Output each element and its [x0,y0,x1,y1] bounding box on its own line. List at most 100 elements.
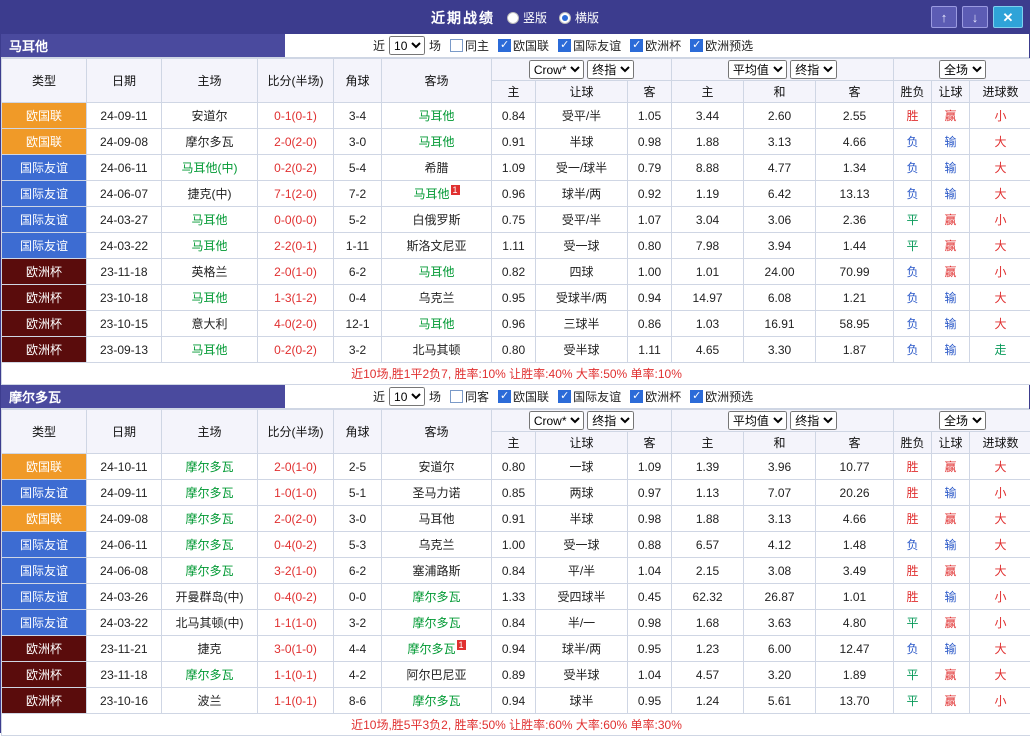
odds-stage-select[interactable]: 终指 [587,411,634,430]
ah-line: 三球半 [536,311,628,337]
league-checkbox-nations[interactable]: 欧国联 [498,388,549,405]
match-count-select[interactable]: 10 [389,387,425,406]
eu-away-odds: 4.66 [816,506,894,532]
checkbox-icon[interactable] [450,39,463,52]
scope-select[interactable]: 全场 [939,60,986,79]
checkbox-icon[interactable] [498,390,511,403]
ah-line: 平/半 [536,558,628,584]
league-badge: 国际友谊 [2,155,87,181]
radio-icon[interactable] [559,12,571,24]
checkbox-icon[interactable] [450,390,463,403]
score: 4-0(2-0) [258,311,334,337]
away-team: 摩尔多瓦 [382,688,492,714]
away-team: 塞浦路斯 [382,558,492,584]
match-count-select[interactable]: 10 [389,36,425,55]
checkbox-icon[interactable] [630,390,643,403]
handicap-result: 输 [932,532,970,558]
match-row: 国际友谊24-09-11摩尔多瓦1-0(1-0)5-1圣马力诺0.85两球0.9… [2,480,1030,506]
checkbox-icon[interactable] [558,39,571,52]
league-checkbox-friendly[interactable]: 国际友谊 [558,37,621,54]
eu-away-odds: 1.44 [816,233,894,259]
match-row: 国际友谊24-06-07捷克(中)7-1(2-0)7-2马耳他10.96球半/两… [2,181,1030,207]
eu-draw-odds: 24.00 [744,259,816,285]
match-date: 24-10-11 [87,454,162,480]
matches-table: 类型 日期 主场 比分(半场) 角球 客场 Crow* 终指 平均值 终指 全场 [1,58,1030,385]
corners: 6-2 [334,259,382,285]
layout-radio-horizontal[interactable]: 横版 [559,9,599,26]
move-down-button[interactable]: ↓ [962,6,988,28]
euro-stage-select[interactable]: 终指 [790,60,837,79]
filter-bar: 近 10 场 同主 欧国联 国际友谊 欧洲杯 欧洲预选 [285,34,1029,57]
league-checkbox-friendly[interactable]: 国际友谊 [558,388,621,405]
recent-results-panel: 近期战绩 竖版 横版 ↑ ↓ ✕ 马耳他 近 10 场 同主 欧国联 国际友谊 … [0,0,1030,733]
handicap-result: 输 [932,285,970,311]
summary-line: 近10场,胜1平2负7, 胜率:10% 让胜率:40% 大率:50% 单率:10… [2,363,1030,385]
odds-source-select[interactable]: Crow* [529,411,584,430]
handicap-result: 赢 [932,506,970,532]
league-checkbox-nations[interactable]: 欧国联 [498,37,549,54]
match-date: 24-06-11 [87,155,162,181]
match-date: 23-10-18 [87,285,162,311]
euro-source-select[interactable]: 平均值 [728,411,787,430]
league-checkbox-euro[interactable]: 欧洲杯 [630,37,681,54]
ah-away-odds: 0.79 [628,155,672,181]
league-badge: 欧国联 [2,129,87,155]
result: 平 [894,662,932,688]
handicap-odds-header: Crow* 终指 [492,59,672,81]
league-badge: 欧国联 [2,506,87,532]
col-header-eu-away: 客 [816,81,894,103]
eu-home-odds: 2.15 [672,558,744,584]
same-venue-checkbox[interactable]: 同主 [450,37,489,54]
goals-result: 大 [970,662,1030,688]
handicap-odds-header: Crow* 终指 [492,410,672,432]
checkbox-icon[interactable] [690,39,703,52]
scope-select[interactable]: 全场 [939,411,986,430]
checkbox-icon[interactable] [558,390,571,403]
league-checkbox-euro[interactable]: 欧洲杯 [630,388,681,405]
odds-stage-select[interactable]: 终指 [587,60,634,79]
close-button[interactable]: ✕ [993,6,1023,28]
ah-home-odds: 1.11 [492,233,536,259]
match-row: 国际友谊24-03-22北马其顿(中)1-1(1-0)3-2摩尔多瓦0.84半/… [2,610,1030,636]
checkbox-icon[interactable] [690,390,703,403]
corners: 5-3 [334,532,382,558]
ah-line: 受半球 [536,337,628,363]
ah-away-odds: 0.80 [628,233,672,259]
goals-result: 小 [970,259,1030,285]
euro-stage-select[interactable]: 终指 [790,411,837,430]
eu-home-odds: 3.04 [672,207,744,233]
layout-radio-vertical[interactable]: 竖版 [507,9,547,26]
eu-draw-odds: 3.94 [744,233,816,259]
move-up-button[interactable]: ↑ [931,6,957,28]
col-header-eu-home: 主 [672,432,744,454]
result: 胜 [894,480,932,506]
radio-icon[interactable] [507,12,519,24]
checkbox-label: 欧洲预选 [705,388,753,405]
result: 负 [894,285,932,311]
match-date: 24-03-27 [87,207,162,233]
ah-line: 受一/球半 [536,155,628,181]
checkbox-icon[interactable] [630,39,643,52]
league-badge: 欧洲杯 [2,311,87,337]
match-row: 国际友谊24-03-26开曼群岛(中)0-4(0-2)0-0摩尔多瓦1.33受四… [2,584,1030,610]
down-arrow-icon: ↓ [972,10,979,25]
away-team: 阿尔巴尼亚 [382,662,492,688]
same-venue-checkbox[interactable]: 同客 [450,388,489,405]
eu-home-odds: 1.24 [672,688,744,714]
league-checkbox-euro-qual[interactable]: 欧洲预选 [690,388,753,405]
euro-source-select[interactable]: 平均值 [728,60,787,79]
checkbox-icon[interactable] [498,39,511,52]
goals-result: 小 [970,103,1030,129]
league-checkbox-euro-qual[interactable]: 欧洲预选 [690,37,753,54]
eu-home-odds: 1.23 [672,636,744,662]
odds-source-select[interactable]: Crow* [529,60,584,79]
eu-home-odds: 1.88 [672,506,744,532]
corners: 3-2 [334,337,382,363]
section-header: 摩尔多瓦 近 10 场 同客 欧国联 国际友谊 欧洲杯 欧洲预选 [1,385,1029,409]
corners: 5-2 [334,207,382,233]
match-row: 欧洲杯23-11-18摩尔多瓦1-1(0-1)4-2阿尔巴尼亚0.89受半球1.… [2,662,1030,688]
eu-home-odds: 62.32 [672,584,744,610]
col-header-date: 日期 [87,410,162,454]
eu-draw-odds: 5.61 [744,688,816,714]
up-arrow-icon: ↑ [941,10,948,25]
